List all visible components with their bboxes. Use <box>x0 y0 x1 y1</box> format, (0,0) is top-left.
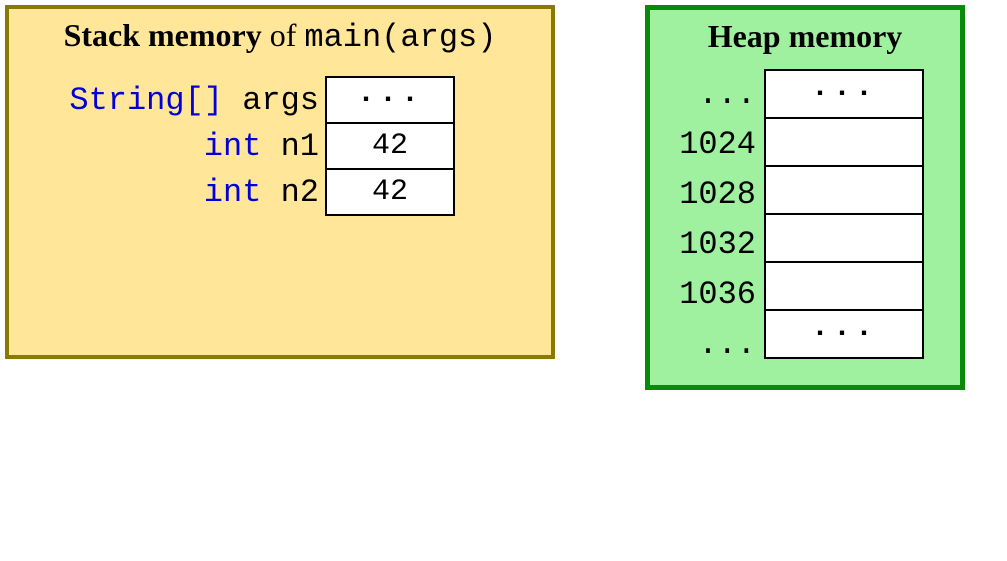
stack-row: int n2 42 <box>25 168 535 216</box>
heap-cell: ··· <box>764 69 924 119</box>
stack-row: int n1 42 <box>25 122 535 170</box>
type-keyword: int <box>204 128 262 165</box>
stack-title: Stack memory of main(args) <box>25 17 535 56</box>
heap-cells: ··· ··· <box>764 69 924 357</box>
heap-addr: 1032 <box>666 219 756 269</box>
heap-addr: 1028 <box>666 169 756 219</box>
type-keyword: String[] <box>69 82 223 119</box>
stack-var-label: String[] args <box>69 82 325 119</box>
stack-title-mono: main(args) <box>304 19 496 56</box>
stack-memory-box: Stack memory of main(args) String[] args… <box>5 5 555 359</box>
var-name: args <box>242 82 319 119</box>
stack-cell: ··· <box>325 76 455 124</box>
memory-diagram: Stack memory of main(args) String[] args… <box>5 5 1002 390</box>
heap-body: ... 1024 1028 1032 1036 ... ··· ··· <box>666 69 944 369</box>
stack-var-label: int n1 <box>204 128 325 165</box>
stack-rows: String[] args ··· int n1 42 int n2 42 <box>25 70 535 216</box>
stack-cell: 42 <box>325 122 455 170</box>
stack-cell: 42 <box>325 168 455 216</box>
type-keyword: int <box>204 174 262 211</box>
stack-var-label: int n2 <box>204 174 325 211</box>
stack-title-of: of <box>262 17 305 53</box>
heap-title: Heap memory <box>666 18 944 55</box>
stack-title-bold: Stack memory <box>64 17 262 53</box>
heap-addr: ... <box>666 69 756 119</box>
stack-row: String[] args ··· <box>25 76 535 124</box>
heap-cell <box>764 165 924 215</box>
heap-title-text: Heap memory <box>708 18 903 54</box>
heap-cell: ··· <box>764 309 924 359</box>
heap-cell <box>764 261 924 311</box>
heap-addresses: ... 1024 1028 1032 1036 ... <box>666 69 756 369</box>
heap-cell <box>764 117 924 167</box>
var-name: n2 <box>281 174 319 211</box>
heap-addr: 1024 <box>666 119 756 169</box>
heap-cell <box>764 213 924 263</box>
var-name: n1 <box>281 128 319 165</box>
heap-addr: 1036 <box>666 269 756 319</box>
heap-addr: ... <box>666 319 756 369</box>
heap-memory-box: Heap memory ... 1024 1028 1032 1036 ... … <box>645 5 965 390</box>
